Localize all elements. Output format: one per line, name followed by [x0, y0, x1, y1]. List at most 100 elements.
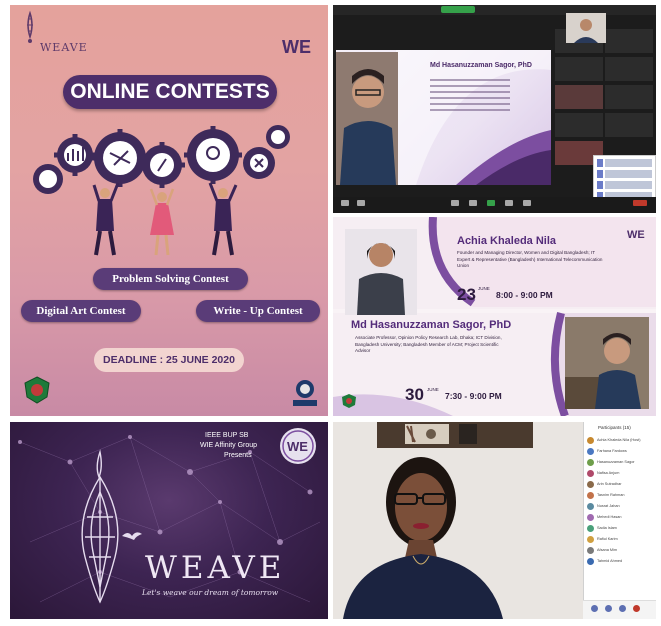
record-icon[interactable] — [505, 200, 513, 206]
avatar — [587, 514, 594, 521]
share-icon[interactable] — [619, 605, 626, 612]
mic-icon[interactable] — [591, 605, 598, 612]
university-emblem-icon — [24, 376, 50, 404]
participant-row[interactable]: Nafisa Anjum — [587, 469, 655, 478]
participant-row[interactable]: Nusrat Jahan — [587, 502, 655, 511]
participant-row[interactable]: Afsana Mim — [587, 546, 655, 555]
chat-icon[interactable] — [469, 200, 477, 206]
participant-row[interactable]: Tasnim Rahman — [587, 491, 655, 500]
speaker1-photo — [345, 229, 417, 315]
share-screen-icon[interactable] — [487, 200, 495, 206]
participants-title: Participants (15) — [598, 425, 631, 430]
we-logo-icon: WE — [282, 430, 314, 462]
hang-up-icon[interactable] — [633, 605, 640, 612]
participant-name: Tasnim Rahman — [597, 493, 625, 497]
avatar — [587, 503, 594, 510]
video-call-screenshot: Participants (15) Achia Khaleda Nila (Ho… — [333, 422, 656, 619]
participant-name: Hasanuzzaman Sagor — [597, 460, 635, 464]
avatar — [587, 558, 594, 565]
participant-tile[interactable] — [605, 29, 653, 53]
participant-name: Mehedi Hasan — [597, 515, 622, 519]
call-controls — [583, 600, 656, 619]
write-up-contest-pill: Write - Up Contest — [196, 300, 320, 322]
speaker1-date: 23 — [457, 285, 476, 304]
weave-presents-poster: IEEE BUP SB WIE Affinity Group Presents … — [10, 422, 328, 619]
avatar — [587, 525, 594, 532]
speaker-video — [333, 422, 583, 619]
meeting-topbar — [333, 5, 656, 15]
participant-tile[interactable] — [555, 113, 603, 137]
chat-message — [597, 170, 652, 178]
participant-name: Rafiul Karim — [597, 537, 618, 541]
share-status-indicator — [441, 6, 475, 13]
speaker2-name: Md Hasanuzzaman Sagor, PhD — [351, 319, 512, 331]
participants-panel[interactable]: Participants (15) Achia Khaleda Nila (Ho… — [583, 422, 656, 619]
participant-name: Tahmid Ahmed — [597, 559, 623, 563]
mute-icon[interactable] — [341, 200, 349, 206]
speaker2-description: Associate Professor, Opinion Policy Rese… — [355, 335, 502, 353]
participant-tile[interactable] — [555, 57, 603, 81]
participant-name: Farhana Fardows — [597, 449, 627, 453]
page-title: ONLINE CONTESTS — [63, 75, 277, 109]
ieee-bup-logo-icon — [293, 380, 317, 406]
avatar — [587, 492, 594, 499]
slide-bullets — [430, 75, 510, 115]
avatar — [587, 536, 594, 543]
problem-solving-contest-pill: Problem Solving Contest — [93, 268, 248, 290]
speaker-schedule-poster: WE Achia Khaleda Nila Founder and Managi… — [333, 217, 656, 416]
svg-text:WE: WE — [627, 229, 645, 241]
participant-tile[interactable] — [605, 85, 653, 109]
speaker2-date: 30 — [405, 385, 424, 404]
deadline-badge: DEADLINE : 25 JUNE 2020 — [94, 348, 244, 372]
speaker-photo — [336, 52, 398, 185]
participant-tile[interactable] — [555, 85, 603, 109]
video-icon[interactable] — [357, 200, 365, 206]
participant-name: Afsana Mim — [597, 548, 618, 552]
speaker1-description: Founder and Managing Director, Women and… — [457, 250, 603, 268]
camera-icon[interactable] — [605, 605, 612, 612]
avatar — [587, 481, 594, 488]
slide-speaker-name: Md Hasanuzzaman Sagor, PhD — [430, 62, 532, 69]
affinity-group-name: WIE Affinity Group — [200, 442, 258, 449]
end-meeting-button[interactable] — [633, 200, 647, 206]
chat-message — [597, 181, 652, 189]
svg-text:WE: WE — [282, 37, 311, 57]
participant-tile[interactable] — [605, 57, 653, 81]
org-name: IEEE BUP SB — [205, 432, 249, 439]
gears-people-illustration — [33, 125, 290, 256]
participant-name: Arin Sutradhar — [597, 482, 622, 486]
speaker1-month: JUNE — [478, 286, 490, 291]
avatar — [587, 448, 594, 455]
participant-row[interactable]: Farhana Fardows — [587, 447, 655, 456]
host-video-thumbnail[interactable] — [566, 13, 606, 43]
weave-brand-text: WEAVE — [40, 41, 88, 54]
participant-row[interactable]: Tahmid Ahmed — [587, 557, 655, 566]
participants-icon[interactable] — [451, 200, 459, 206]
avatar — [587, 470, 594, 477]
presents-text: Presents — [224, 452, 252, 459]
meeting-toolbar — [333, 197, 656, 213]
speaker1-name: Achia Khaleda Nila — [457, 235, 557, 247]
zoom-meeting-screenshot: Md Hasanuzzaman Sagor, PhD — [333, 5, 656, 213]
weave-title: WEAVE — [145, 550, 286, 586]
speaker2-photo — [565, 317, 649, 409]
participant-row[interactable]: Hasanuzzaman Sagor — [587, 458, 655, 467]
participant-name: Sadia Islam — [597, 526, 617, 530]
we-logo-icon: WE — [627, 229, 645, 241]
participant-row[interactable]: Arin Sutradhar — [587, 480, 655, 489]
participant-row[interactable]: Rafiul Karim — [587, 535, 655, 544]
participant-name: Achia Khaleda Nila (Host) — [597, 438, 641, 442]
reactions-icon[interactable] — [523, 200, 531, 206]
avatar — [587, 437, 594, 444]
weave-ornament-icon — [81, 449, 119, 604]
participant-tile[interactable] — [605, 113, 653, 137]
speaker2-month: JUNE — [427, 387, 439, 392]
participant-row[interactable]: Achia Khaleda Nila (Host) — [587, 436, 655, 445]
participant-row[interactable]: Mehedi Hasan — [587, 513, 655, 522]
avatar — [587, 459, 594, 466]
we-badge: WE — [280, 428, 316, 464]
chat-message — [597, 159, 652, 167]
university-emblem-icon — [342, 394, 356, 408]
speaker1-time: 8:00 - 9:00 PM — [496, 290, 553, 300]
participant-row[interactable]: Sadia Islam — [587, 524, 655, 533]
